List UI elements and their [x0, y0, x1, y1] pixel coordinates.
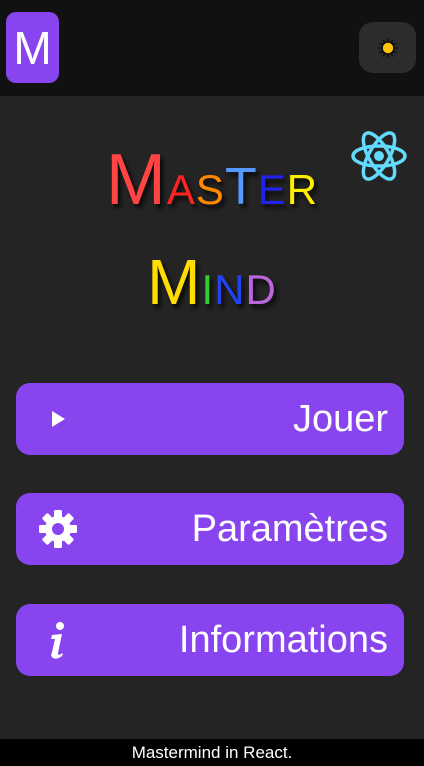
title-letter: I — [201, 266, 215, 313]
title-letter: T — [224, 158, 258, 216]
title-letter: E — [257, 166, 287, 213]
title-letter: M — [105, 140, 167, 220]
footer-text: Mastermind in React. — [131, 742, 293, 762]
settings-button[interactable]: Paramètres — [16, 493, 404, 565]
play-button[interactable]: Jouer — [16, 383, 404, 455]
title-letter: S — [195, 166, 225, 213]
title-mastermind-line1: MASTER — [0, 144, 424, 244]
footer: Mastermind in React. — [0, 739, 424, 766]
logo-letter: M — [13, 21, 52, 74]
title-letter: M — [147, 246, 202, 318]
title-letter: R — [286, 166, 319, 213]
sun-icon — [376, 36, 399, 59]
info-button[interactable]: Informations — [16, 604, 404, 676]
info-button-label: Informations — [178, 618, 388, 661]
play-icon — [36, 383, 80, 455]
play-button-label: Jouer — [292, 397, 388, 440]
title-letter: A — [166, 166, 196, 213]
info-icon — [36, 604, 80, 676]
theme-toggle-button[interactable] — [359, 22, 416, 73]
app-logo-button[interactable]: M — [6, 12, 59, 83]
settings-button-label: Paramètres — [191, 507, 388, 550]
title-letter: N — [214, 266, 246, 313]
title-mastermind-line2: MIND — [0, 250, 424, 320]
gear-icon — [36, 493, 80, 565]
top-bar: M — [0, 0, 424, 96]
title-letter: D — [245, 266, 277, 313]
